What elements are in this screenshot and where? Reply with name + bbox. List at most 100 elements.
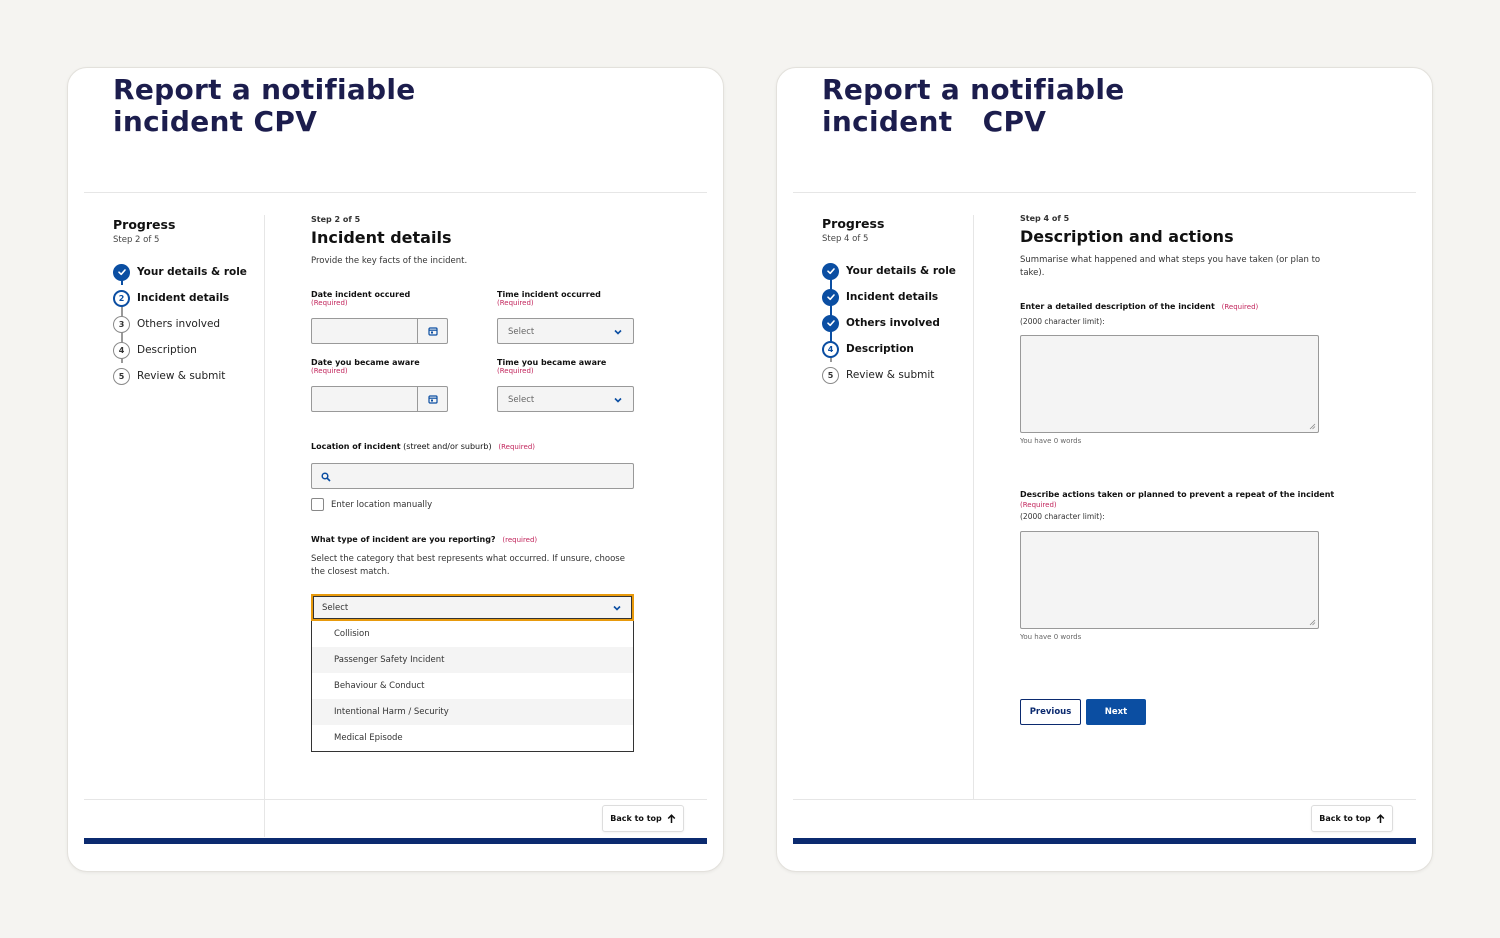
dropdown-option-passenger-safety[interactable]: Passenger Safety Incident — [312, 647, 633, 673]
progress-step-label: Your details & role — [846, 265, 956, 277]
resize-grip-icon[interactable] — [1309, 619, 1316, 626]
back-to-top-button[interactable]: Back to top — [602, 805, 684, 832]
incident-type-help: Select the category that best represents… — [311, 554, 625, 577]
required-marker: (Required) — [311, 367, 348, 375]
description-label: Enter a detailed description of the inci… — [1020, 302, 1258, 311]
progress-step-label: Incident details — [137, 292, 230, 304]
progress-steps: Your details & role 2 Incident details 3… — [113, 259, 263, 389]
description-textarea[interactable] — [1020, 335, 1319, 433]
search-icon — [321, 472, 331, 482]
progress-step-label: Description — [137, 344, 197, 356]
back-to-top-label: Back to top — [1319, 814, 1371, 823]
arrow-up-icon — [1376, 813, 1385, 823]
time-occurred-label-group: Time incident occurred (Required) — [497, 290, 601, 307]
progress-step-3: 3 Others involved — [113, 311, 263, 337]
date-occurred-input[interactable] — [311, 318, 448, 344]
progress-step-label: Review & submit — [846, 369, 935, 381]
step-number-badge: 5 — [822, 366, 839, 384]
previous-button[interactable]: Previous — [1020, 699, 1081, 725]
field-label: Date incident occured — [311, 290, 411, 299]
progress-sidebar: Progress Step 4 of 5 Your details & role… — [822, 216, 972, 388]
progress-step-1[interactable]: Your details & role — [822, 258, 972, 284]
time-aware-select[interactable]: Select — [497, 386, 634, 412]
progress-step-2[interactable]: 2 Incident details — [113, 285, 263, 311]
date-aware-label-group: Date you became aware (Required) — [311, 358, 420, 375]
step-number-badge: 2 — [113, 289, 130, 307]
page-title-line-1: Report a notifiable — [113, 73, 416, 106]
required-marker: (Required) — [497, 367, 534, 375]
incident-type-select[interactable]: Select — [311, 594, 634, 621]
time-occurred-select[interactable]: Select — [497, 318, 634, 344]
form-card-step-2: Report a notifiable incident CPV Progres… — [67, 67, 724, 872]
back-to-top-button[interactable]: Back to top — [1311, 805, 1393, 832]
check-icon — [822, 314, 839, 332]
checkbox-label: Enter location manually — [331, 499, 433, 510]
dropdown-option-collision[interactable]: Collision — [312, 621, 633, 647]
time-aware-label-group: Time you became aware (Required) — [497, 358, 606, 375]
calendar-icon[interactable] — [417, 387, 447, 411]
progress-step-text: Step 2 of 5 — [113, 235, 160, 245]
select-value: Select — [508, 395, 535, 405]
progress-heading: Progress — [822, 216, 885, 231]
word-count: You have 0 words — [1020, 633, 1082, 641]
incident-type-question: What type of incident are you reporting?… — [311, 535, 537, 544]
progress-step-4[interactable]: 4 Description — [822, 336, 972, 362]
footer-bar — [793, 838, 1416, 844]
form-card-step-4: Report a notifiable incident CPV Progres… — [776, 67, 1433, 872]
chevron-down-icon — [613, 605, 621, 611]
date-aware-input[interactable] — [311, 386, 448, 412]
location-label-bold: Location of incident — [311, 442, 401, 451]
divider — [793, 192, 1416, 193]
form-heading: Description and actions — [1020, 227, 1234, 246]
progress-step-1[interactable]: Your details & role — [113, 259, 263, 285]
step-number-badge: 5 — [113, 367, 130, 385]
required-marker: (Required) — [1020, 501, 1057, 509]
required-marker: (required) — [502, 536, 538, 544]
date-occurred-label-group: Date incident occured (Required) — [311, 290, 410, 307]
step-number-badge: 4 — [822, 340, 839, 358]
word-count: You have 0 words — [1020, 437, 1082, 445]
manual-location-checkbox[interactable]: Enter location manually — [311, 498, 432, 511]
dropdown-option-medical-episode[interactable]: Medical Episode — [312, 725, 633, 751]
location-label-rest: (street and/or suburb) — [400, 442, 492, 451]
actions-textarea[interactable] — [1020, 531, 1319, 629]
progress-step-label: Your details & role — [137, 266, 247, 278]
progress-step-3[interactable]: Others involved — [822, 310, 972, 336]
required-marker: (Required) — [498, 443, 536, 451]
step-number-badge: 3 — [113, 315, 130, 333]
resize-grip-icon[interactable] — [1309, 423, 1316, 430]
dropdown-option-intentional-harm[interactable]: Intentional Harm / Security — [312, 699, 633, 725]
page-title-line-2: incident CPV — [822, 105, 1047, 138]
check-icon — [113, 263, 130, 281]
form-heading: Incident details — [311, 228, 452, 247]
progress-step-label: Description — [846, 343, 914, 355]
form-intro: Summarise what happened and what steps y… — [1020, 255, 1321, 278]
dropdown-option-behaviour-conduct[interactable]: Behaviour & Conduct — [312, 673, 633, 699]
calendar-icon[interactable] — [417, 319, 447, 343]
field-label: Enter a detailed description of the inci… — [1020, 302, 1215, 311]
progress-step-4: 4 Description — [113, 337, 263, 363]
progress-step-label: Others involved — [137, 318, 221, 330]
select-value: Select — [322, 603, 349, 613]
location-search-input[interactable] — [311, 463, 634, 489]
actions-label: Describe actions taken or planned to pre… — [1020, 490, 1334, 499]
progress-step-5: 5 Review & submit — [822, 362, 972, 388]
progress-heading: Progress — [113, 217, 176, 232]
next-button[interactable]: Next — [1086, 699, 1146, 725]
chevron-down-icon — [614, 329, 622, 335]
field-label: Describe actions taken or planned to pre… — [1020, 490, 1335, 499]
progress-step-2[interactable]: Incident details — [822, 284, 972, 310]
dropdown-list: Collision Passenger Safety Incident Beha… — [311, 621, 634, 752]
step-number-badge: 4 — [113, 341, 130, 359]
field-label: Time incident occurred — [497, 290, 601, 299]
incident-type-dropdown[interactable]: Select Collision Passenger Safety Incide… — [311, 594, 634, 752]
back-to-top-label: Back to top — [610, 814, 662, 823]
select-value: Select — [508, 327, 535, 337]
required-marker: (Required) — [311, 299, 348, 307]
footer-bar — [84, 838, 707, 844]
checkbox[interactable] — [311, 498, 324, 511]
step-label: Step 2 of 5 — [311, 215, 361, 224]
progress-step-5: 5 Review & submit — [113, 363, 263, 389]
char-limit-text: (2000 character limit): — [1020, 317, 1105, 326]
step-label: Step 4 of 5 — [1020, 214, 1070, 223]
